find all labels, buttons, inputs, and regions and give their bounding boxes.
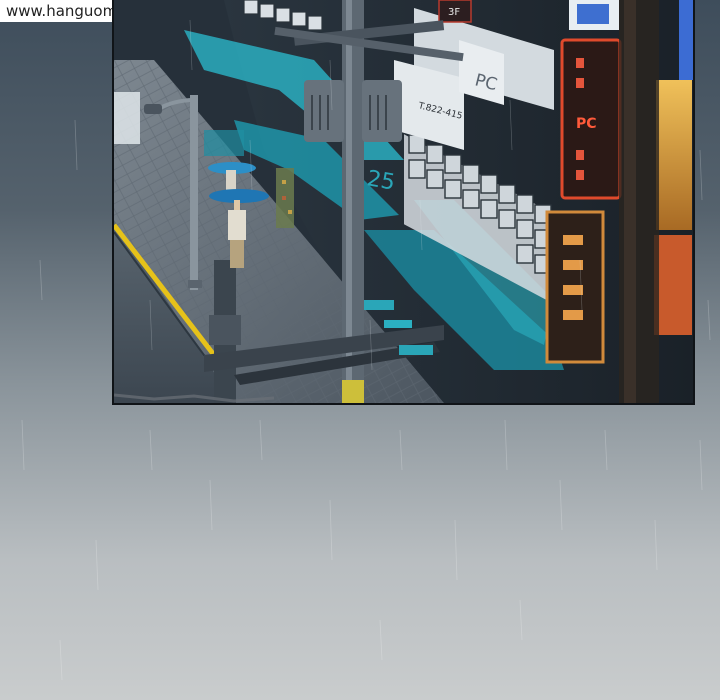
rainy-street-illustration: T.822-415 PC 3F PC 25 [114,0,693,403]
transformer-left [304,80,344,142]
street-lamp-pole [190,95,198,290]
comic-panel: T.822-415 PC 3F PC 25 [112,0,695,405]
sign-number-25: 25 [365,166,397,195]
amber-sign-top [656,80,692,230]
blue-sign [577,4,609,24]
orange-sign-bottom [654,235,692,335]
floor-sign-3f: 3F [448,7,460,18]
transformer-right [362,80,402,142]
neon-pc-text: PC [576,116,597,132]
